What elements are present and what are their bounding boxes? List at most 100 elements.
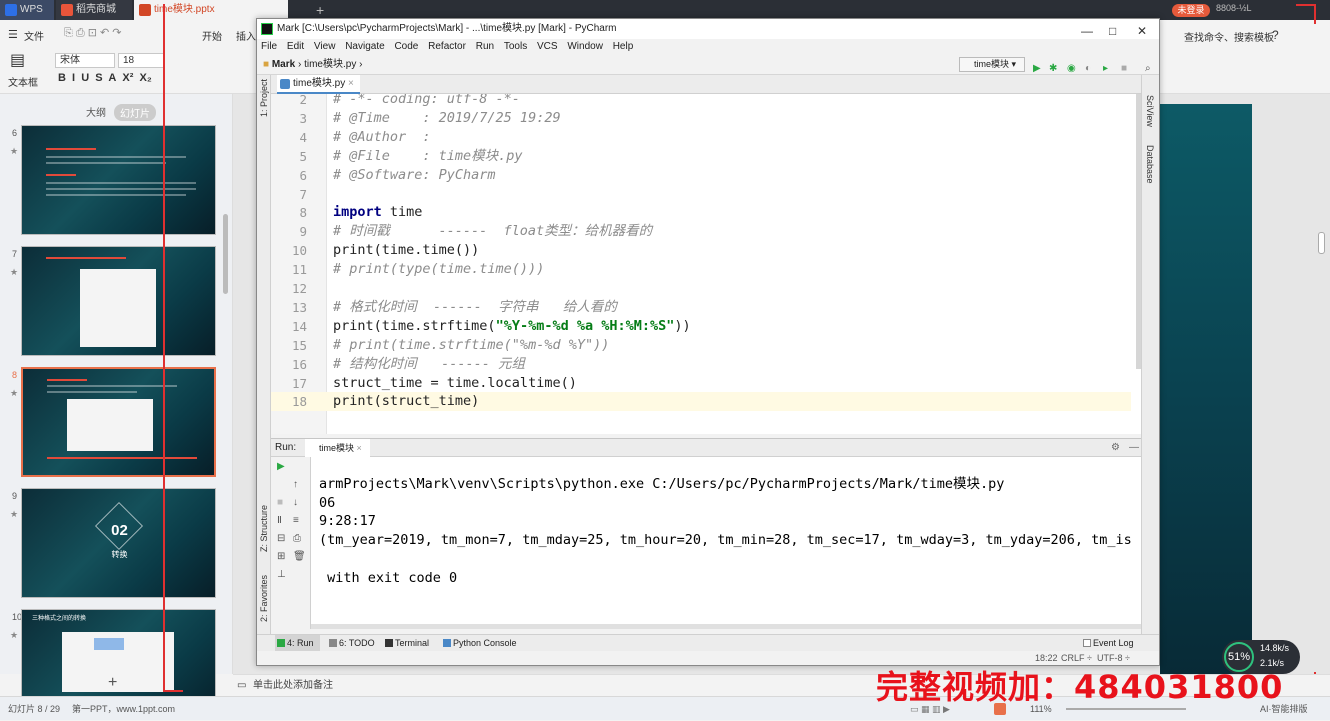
slide-thumbnail[interactable] [21, 246, 216, 356]
code-line[interactable]: 15 # print(time.strftime("%m-%d %Y")) [271, 336, 1131, 355]
caret-position[interactable]: 18:22 [1035, 651, 1058, 665]
menu-file[interactable]: File [261, 41, 277, 52]
slide-thumbnail[interactable] [21, 125, 216, 235]
database-tool-tab[interactable]: Database [1145, 145, 1155, 184]
start-tab[interactable]: 开始 [202, 28, 222, 43]
code-line[interactable]: 3 # @Time : 2019/7/25 19:29 [271, 109, 1131, 128]
menu-help[interactable]: Help [613, 41, 634, 52]
editor-scrollbar[interactable] [1136, 94, 1141, 369]
add-slide-button[interactable]: + [108, 674, 117, 692]
print-icon[interactable]: ⎙ [293, 533, 301, 544]
outline-tab[interactable]: 大纲 [86, 104, 106, 119]
hide-panel-icon[interactable]: — [1129, 439, 1139, 457]
quick-access-icons[interactable]: ⎘ ⎙ ⊡ ↶ ↷ [64, 26, 121, 40]
code-editor[interactable]: 2 # -*- coding: utf-8 -*- 3 # @Time : 2019/… [271, 94, 1141, 434]
rerun-icon[interactable]: ▶ [277, 461, 285, 472]
structure-tool-tab[interactable]: Z: Structure [259, 505, 269, 552]
menu-window[interactable]: Window [567, 41, 603, 52]
code-line[interactable]: 2 # -*- coding: utf-8 -*- [271, 94, 1131, 109]
slide-number: 7 [12, 249, 18, 259]
login-badge[interactable]: 未登录 [1172, 4, 1210, 17]
code-line[interactable]: 11 # print(type(time.time())) [271, 260, 1131, 279]
run-console-output[interactable]: armProjects\Mark\venv\Scripts\python.exe… [311, 457, 1141, 629]
soft-wrap-icon[interactable]: ≡ [293, 515, 299, 526]
slides-tab[interactable]: 幻灯片 [114, 104, 156, 121]
code-line[interactable]: 17 struct_time = time.localtime() [271, 374, 1131, 393]
tab-terminal[interactable]: Terminal [383, 635, 429, 651]
event-log-label: Event Log [1093, 638, 1134, 648]
maximize-button[interactable]: □ [1109, 21, 1116, 41]
code-line[interactable]: 7 [271, 185, 1131, 204]
python-file-icon [280, 79, 290, 89]
docer-store-tab[interactable]: 稻壳商城 [56, 0, 132, 20]
textbox-button[interactable]: 文本框 [8, 74, 38, 89]
help-icon[interactable]: ? [1272, 28, 1279, 42]
tab-python-console[interactable]: Python Console [441, 635, 517, 651]
insert-tab[interactable]: 插入 [236, 28, 256, 43]
close-run-tab-icon[interactable]: × [357, 443, 362, 453]
project-tool-tab[interactable]: 1: Project [259, 79, 269, 117]
breadcrumb-project[interactable]: Mark [272, 59, 295, 70]
file-encoding[interactable]: UTF-8 ÷ [1097, 651, 1130, 665]
trash-icon[interactable]: 🗑 [293, 551, 306, 562]
slide-thumbnail[interactable]: 02 转换 [21, 488, 216, 598]
pin-icon[interactable]: ⊥ [277, 569, 286, 580]
code-line[interactable]: 14 print(time.strftime("%Y-%m-%d %a %H:%M… [271, 317, 1131, 336]
restore-layout-icon[interactable]: ⊟ [277, 533, 285, 544]
code-line[interactable]: 16 # 结构化时间 ------ 元组 [271, 355, 1131, 374]
menu-refactor[interactable]: Refactor [428, 41, 466, 52]
code-line[interactable]: 8 import time [271, 203, 1131, 222]
sciview-tool-tab[interactable]: SciView [1145, 95, 1155, 127]
editor-tab-time-module[interactable]: time模块.py × [277, 75, 360, 94]
menu-run[interactable]: Run [476, 41, 494, 52]
code-line[interactable]: 18 print(struct_time) [271, 392, 1131, 412]
menu-code[interactable]: Code [394, 41, 418, 52]
new-tab-button[interactable]: + [316, 0, 324, 20]
format-buttons[interactable]: B I U S A X² X₂ [58, 72, 152, 84]
code-line[interactable]: 12 [271, 279, 1131, 298]
menu-tools[interactable]: Tools [504, 41, 527, 52]
promo-overlay-text: 完整视频加：484031800 [876, 668, 1284, 706]
slide-thumbnail-selected[interactable] [21, 367, 216, 477]
favorites-tool-tab[interactable]: 2: Favorites [259, 575, 269, 622]
font-size-select[interactable]: 18 [118, 53, 164, 68]
tab-run[interactable]: 4: Run [275, 635, 320, 651]
zoom-slider[interactable] [1066, 708, 1186, 710]
console-horizontal-scrollbar[interactable] [311, 624, 1141, 629]
ppt-file-icon [139, 4, 151, 16]
code-line[interactable]: 5 # @File : time模块.py [271, 147, 1131, 166]
menu-vcs[interactable]: VCS [537, 41, 558, 52]
pause-icon[interactable]: Ⅱ [277, 515, 282, 526]
code-line[interactable]: 13 # 格式化时间 ------ 字符串 给人看的 [271, 298, 1131, 317]
run-config-select[interactable]: time模块 ▾ [959, 57, 1025, 72]
scroll-down-icon[interactable]: ↓ [293, 497, 298, 508]
canvas-scroll-handle[interactable] [1318, 232, 1325, 254]
layout-icon[interactable]: ⊞ [277, 551, 285, 562]
close-tab-icon[interactable]: × [348, 78, 354, 89]
close-button[interactable]: ✕ [1137, 21, 1147, 41]
scroll-up-icon[interactable]: ↑ [293, 479, 298, 490]
command-search[interactable]: 查找命令、搜索模板 [1184, 29, 1274, 44]
line-separator[interactable]: CRLF ÷ [1061, 651, 1092, 665]
code-line[interactable]: 4 # @Author : [271, 128, 1131, 147]
code-line[interactable]: 10 print(time.time()) [271, 241, 1131, 260]
file-menu[interactable]: 文件 [24, 28, 44, 43]
font-name-select[interactable]: 宋体 [55, 53, 115, 68]
code-line[interactable]: 9 # 时间戳 ------ float类型：给机器看的 [271, 222, 1131, 241]
breadcrumb-file[interactable]: time模块.py [304, 59, 356, 70]
tab-todo[interactable]: 6: TODO [327, 635, 375, 651]
wps-home-tab[interactable]: WPS [0, 0, 54, 20]
code-line[interactable]: 6 # @Software: PyCharm [271, 166, 1131, 185]
pycharm-menu-bar: File Edit View Navigate Code Refactor Ru… [257, 39, 1159, 55]
hamburger-icon[interactable]: ☰ [8, 28, 18, 41]
menu-edit[interactable]: Edit [287, 41, 304, 52]
event-log-tab[interactable]: Event Log [1081, 635, 1134, 651]
settings-gear-icon[interactable]: ⚙ [1111, 439, 1120, 457]
run-tab-time-module[interactable]: time模块 × [305, 439, 370, 457]
minimize-button[interactable]: — [1081, 21, 1093, 41]
stop-run-icon[interactable]: ■ [277, 497, 283, 508]
thumbnail-scrollbar[interactable] [223, 214, 228, 294]
menu-view[interactable]: View [314, 41, 336, 52]
pptx-document-tab[interactable]: time模块.pptx [134, 0, 288, 20]
menu-navigate[interactable]: Navigate [345, 41, 384, 52]
